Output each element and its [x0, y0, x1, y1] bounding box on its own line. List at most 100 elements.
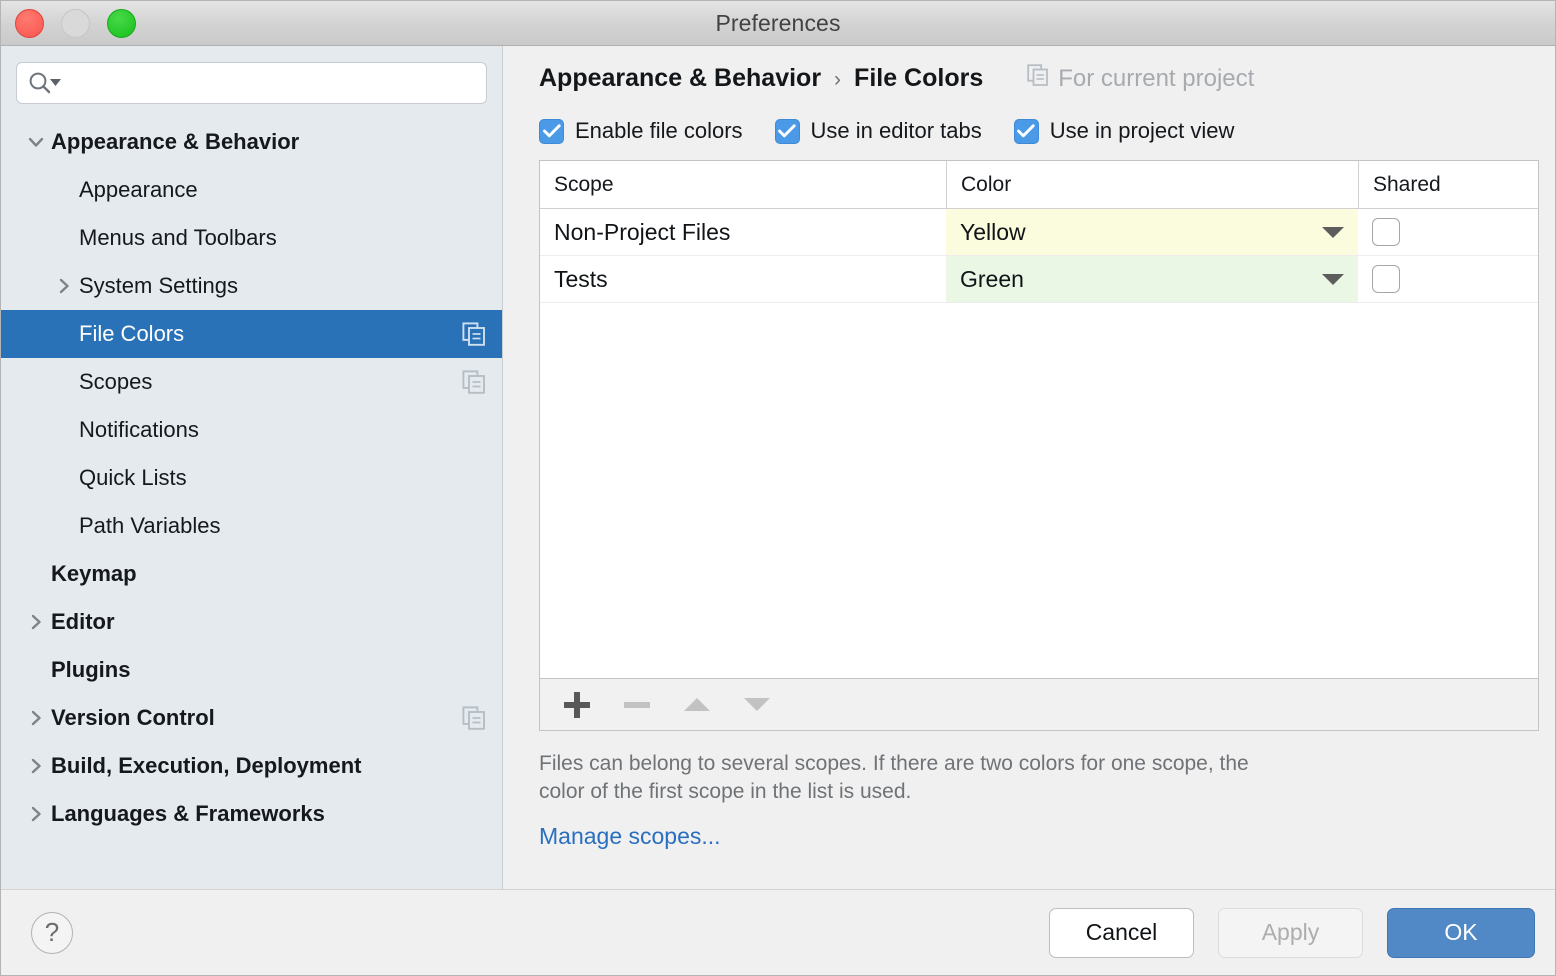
- search-input[interactable]: [69, 72, 476, 94]
- chevron-right-icon[interactable]: [21, 803, 51, 825]
- cell-color-dropdown[interactable]: Yellow: [946, 209, 1358, 255]
- chevron-right-icon[interactable]: [21, 707, 51, 729]
- checkbox-use-in-editor-tabs[interactable]: Use in editor tabs: [774, 118, 982, 144]
- column-header-color[interactable]: Color: [946, 161, 1358, 208]
- apply-button: Apply: [1218, 907, 1363, 958]
- chevron-right-icon[interactable]: [21, 611, 51, 633]
- cell-color-value: Green: [960, 265, 1024, 292]
- chevron-down-icon[interactable]: [21, 131, 51, 153]
- shared-checkbox[interactable]: [1372, 218, 1400, 246]
- manage-scopes-link[interactable]: Manage scopes...: [539, 823, 1539, 850]
- search-dropdown-chevron-down-icon[interactable]: [50, 78, 62, 88]
- sidebar-item-keymap[interactable]: Keymap: [1, 550, 502, 598]
- sidebar-item-scopes[interactable]: Scopes: [1, 358, 502, 406]
- checkbox-enable-file-colors[interactable]: Enable file colors: [539, 118, 743, 144]
- copy-icon: [1027, 64, 1049, 93]
- cell-color-dropdown[interactable]: Green: [946, 256, 1358, 302]
- copy-icon: [462, 706, 486, 730]
- sidebar-item-menus-and-toolbars[interactable]: Menus and Toolbars: [1, 214, 502, 262]
- column-header-shared[interactable]: Shared: [1358, 161, 1538, 208]
- sidebar-item-label: Menus and Toolbars: [79, 225, 277, 250]
- chevron-down-icon[interactable]: [1322, 273, 1344, 285]
- file-colors-table: Scope Color Shared Non-Project Files Yell…: [539, 160, 1539, 679]
- plus-icon: [564, 691, 590, 718]
- chevron-down-icon[interactable]: [1322, 226, 1344, 238]
- sidebar-item-path-variables[interactable]: Path Variables: [1, 502, 502, 550]
- sidebar-item-appearance-behavior[interactable]: Appearance & Behavior: [1, 118, 502, 166]
- settings-sidebar: Appearance & Behavior Appearance Menus and…: [1, 46, 503, 889]
- sidebar-item-system-settings[interactable]: System Settings: [1, 262, 502, 310]
- sidebar-item-languages-frameworks[interactable]: Languages & Frameworks: [1, 790, 502, 838]
- sidebar-item-label: Build, Execution, Deployment: [51, 753, 362, 778]
- cancel-button[interactable]: Cancel: [1049, 907, 1194, 958]
- add-button[interactable]: [560, 688, 594, 722]
- minus-icon: [624, 701, 650, 708]
- sidebar-item-label: Quick Lists: [79, 465, 187, 490]
- move-up-button: [680, 688, 714, 722]
- search-field[interactable]: [16, 62, 487, 104]
- cell-color-value: Yellow: [960, 218, 1026, 245]
- sidebar-item-label: Appearance: [79, 177, 198, 202]
- column-header-scope[interactable]: Scope: [540, 161, 946, 208]
- search-container: [1, 46, 502, 116]
- sidebar-item-label: Appearance & Behavior: [51, 129, 300, 154]
- sidebar-item-label: Plugins: [51, 657, 131, 682]
- sidebar-item-label: System Settings: [79, 273, 238, 298]
- sidebar-item-version-control[interactable]: Version Control: [1, 694, 502, 742]
- checkbox-indicator[interactable]: [1013, 118, 1039, 144]
- sidebar-item-build-execution-deployment[interactable]: Build, Execution, Deployment: [1, 742, 502, 790]
- sidebar-item-label: Editor: [51, 609, 115, 634]
- sidebar-item-label: Path Variables: [79, 513, 221, 538]
- copy-icon: [462, 370, 486, 394]
- help-button[interactable]: ?: [31, 911, 73, 954]
- table-toolbar: [539, 679, 1539, 731]
- sidebar-item-notifications[interactable]: Notifications: [1, 406, 502, 454]
- breadcrumb: Appearance & Behavior › File Colors For …: [539, 46, 1539, 102]
- shared-checkbox[interactable]: [1372, 265, 1400, 293]
- checkbox-label: Enable file colors: [575, 118, 743, 143]
- checkbox-label: Use in project view: [1049, 118, 1235, 143]
- arrow-down-icon: [744, 698, 770, 711]
- settings-tree: Appearance & Behavior Appearance Menus and…: [1, 116, 502, 889]
- window-title: Preferences: [715, 9, 841, 36]
- breadcrumb-separator: ›: [834, 68, 842, 91]
- chevron-right-icon[interactable]: [21, 755, 51, 777]
- table-row[interactable]: Tests Green: [540, 256, 1538, 303]
- sidebar-item-label: File Colors: [79, 321, 185, 346]
- dialog-footer: ? Cancel Apply OK: [1, 889, 1555, 975]
- sidebar-item-label: Languages & Frameworks: [51, 801, 325, 826]
- cell-scope[interactable]: Tests: [540, 256, 946, 302]
- for-current-project-badge: For current project: [1027, 64, 1254, 93]
- file-color-options: Enable file colors Use in editor tabs Use …: [539, 102, 1539, 160]
- cell-shared[interactable]: [1358, 256, 1538, 302]
- breadcrumb-parent[interactable]: Appearance & Behavior: [539, 64, 821, 93]
- sidebar-item-appearance[interactable]: Appearance: [1, 166, 502, 214]
- cell-shared[interactable]: [1358, 209, 1538, 255]
- checkbox-indicator[interactable]: [539, 118, 564, 144]
- sidebar-item-editor[interactable]: Editor: [1, 598, 502, 646]
- window-body: Appearance & Behavior Appearance Menus and…: [1, 46, 1555, 889]
- sidebar-item-plugins[interactable]: Plugins: [1, 646, 502, 694]
- for-current-project-label: For current project: [1058, 64, 1255, 92]
- chevron-right-icon[interactable]: [49, 275, 79, 297]
- sidebar-item-quick-lists[interactable]: Quick Lists: [1, 454, 502, 502]
- cell-scope[interactable]: Non-Project Files: [540, 209, 946, 255]
- copy-icon: [462, 322, 486, 346]
- table-header-row: Scope Color Shared: [540, 161, 1538, 209]
- title-bar: Preferences: [1, 1, 1555, 46]
- sidebar-item-label: Version Control: [51, 705, 215, 730]
- checkbox-use-in-project-view[interactable]: Use in project view: [1013, 118, 1235, 144]
- arrow-up-icon: [684, 698, 710, 711]
- ok-button[interactable]: OK: [1387, 907, 1535, 958]
- checkbox-indicator[interactable]: [774, 118, 800, 144]
- move-down-button: [740, 688, 774, 722]
- content-pane: Appearance & Behavior › File Colors For …: [503, 46, 1555, 889]
- checkbox-label: Use in editor tabs: [810, 118, 982, 143]
- sidebar-item-file-colors[interactable]: File Colors: [1, 310, 502, 358]
- sidebar-item-label: Keymap: [51, 561, 137, 586]
- table-row[interactable]: Non-Project Files Yellow: [540, 209, 1538, 256]
- preferences-window: Preferences Appearance & Behavior Appear…: [0, 0, 1556, 976]
- remove-button: [620, 688, 654, 722]
- page-title: File Colors: [854, 64, 984, 92]
- sidebar-item-label: Notifications: [79, 417, 199, 442]
